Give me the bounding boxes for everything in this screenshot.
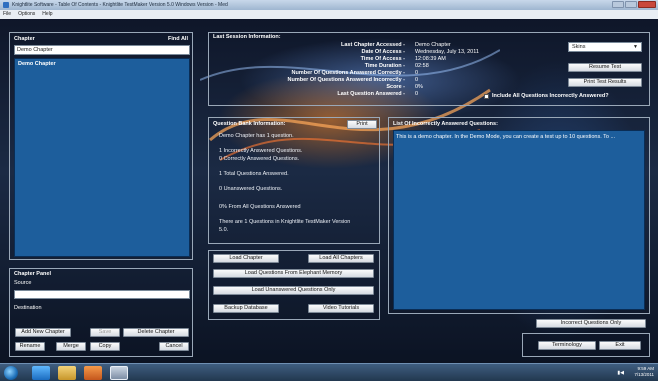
source-input[interactable] [14, 290, 190, 299]
session-row: Score - 0% [249, 84, 579, 90]
folder-icon[interactable] [58, 366, 76, 380]
print-button[interactable]: Print [347, 120, 377, 129]
session-title: Last Session Information: [213, 34, 281, 40]
incorrect-questions-only-button[interactable]: Incorrect Questions Only [536, 319, 646, 328]
chapter-title: Chapter [14, 36, 35, 42]
load-elephant-memory-button[interactable]: Load Questions From Elephant Memory [213, 269, 374, 278]
copy-button[interactable]: Copy [90, 342, 120, 351]
session-value: 02:58 [415, 63, 429, 69]
clock-date: 7/13/2011 [634, 372, 654, 377]
close-button[interactable] [638, 1, 656, 8]
media-player-icon[interactable] [84, 366, 102, 380]
qb-line: 1 Total Questions Answered. [219, 171, 289, 177]
taskbar: ▮◀ 9:59 AM 7/13/2011 [0, 363, 658, 381]
start-button[interactable] [4, 366, 18, 380]
qb-line: 0 Correctly Answered Questions. [219, 156, 300, 162]
cancel-button[interactable]: Cancel [159, 342, 189, 351]
chevron-down-icon: ▼ [633, 44, 638, 50]
maximize-button[interactable] [625, 1, 637, 8]
list-item[interactable]: Demo Chapter [15, 59, 189, 69]
delete-chapter-button[interactable]: Delete Chapter [123, 328, 189, 337]
qb-line: 1 Incorrectly Answered Questions. [219, 148, 303, 154]
session-value: 0 [415, 77, 419, 83]
bottom-buttons-panel: Terminology Exit [522, 333, 650, 357]
menu-bar: File Options Help [0, 10, 658, 19]
browser-icon[interactable] [32, 366, 50, 380]
print-test-results-button[interactable]: Print Test Results [568, 78, 642, 87]
session-row: Last Chapter Accessed - Demo Chapter [249, 42, 579, 48]
window-controls [612, 1, 656, 8]
session-row: Number Of Questions Answered Incorrectly… [249, 77, 579, 83]
include-all-checkbox[interactable] [484, 93, 489, 99]
skins-value: Skins [572, 44, 586, 50]
session-label: Last Chapter Accessed - [341, 42, 405, 48]
session-value: 0 [415, 70, 419, 76]
session-label: Score - [386, 84, 405, 90]
skins-dropdown[interactable]: Skins ▼ [568, 42, 642, 52]
list-item[interactable]: This is a demo chapter. In the Demo Mode… [394, 131, 644, 143]
session-value: 0 [415, 91, 419, 97]
app-taskbar-icon[interactable] [110, 366, 128, 380]
session-label: Time Duration - [364, 63, 405, 69]
qb-line: Demo Chapter has 1 question. [219, 133, 294, 139]
question-bank-title: Question Bank Information: [213, 121, 286, 127]
qb-line: There are 1 Questions in Knightlite Test… [219, 219, 351, 225]
load-all-chapters-button[interactable]: Load All Chapters [308, 254, 374, 263]
session-row: Time Of Access - 12:08:39 AM [249, 56, 579, 62]
video-tutorials-button[interactable]: Video Tutorials [308, 304, 374, 313]
menu-help[interactable]: Help [42, 10, 52, 19]
session-value: Demo Chapter [415, 42, 451, 48]
destination-label: Destination [14, 305, 42, 311]
backup-database-button[interactable]: Backup Database [213, 304, 279, 313]
volume-icon[interactable]: ▮◀ [617, 370, 624, 376]
chapter-list[interactable]: Demo Chapter [14, 58, 190, 257]
session-value: 12:08:39 AM [415, 56, 446, 62]
chapter-search-input[interactable]: Demo Chapter [14, 45, 190, 55]
session-label: Date Of Access - [361, 49, 405, 55]
session-label: Time Of Access - [360, 56, 405, 62]
merge-button[interactable]: Merge [56, 342, 86, 351]
qb-line: 0 Unanswered Questions. [219, 186, 283, 192]
rename-button[interactable]: Rename [15, 342, 45, 351]
minimize-button[interactable] [612, 1, 624, 8]
load-chapter-button[interactable]: Load Chapter [213, 254, 279, 263]
qb-line: 5.0. [219, 227, 229, 233]
resume-test-button[interactable]: Resume Test [568, 63, 642, 72]
chapter-header: Chapter Find All [14, 36, 188, 42]
incorrect-questions-title: List Of Incorrectly Answered Questions: [393, 121, 498, 127]
chapter-panel: Chapter Find All Demo Chapter Demo Chapt… [9, 32, 193, 260]
source-label: Source [14, 280, 32, 286]
menu-file[interactable]: File [3, 10, 11, 19]
incorrect-questions-panel: List Of Incorrectly Answered Questions: … [388, 117, 650, 314]
window-titlebar: Knightlite Software - Table Of Contents … [0, 0, 658, 10]
clock[interactable]: 9:59 AM 7/13/2011 [634, 366, 654, 378]
terminology-button[interactable]: Terminology [538, 341, 596, 350]
session-label: Number Of Questions Answered Incorrectly… [287, 77, 405, 83]
chapter-edit-panel: Chapter Panel Source Destination Add New… [9, 268, 193, 357]
session-row: Date Of Access - Wednesday, July 13, 201… [249, 49, 579, 55]
window-title: Knightlite Software - Table Of Contents … [12, 2, 228, 8]
qb-line: 0% From All Questions Answered [219, 204, 301, 210]
include-all-checkbox-row[interactable]: Include All Questions Incorrectly Answer… [484, 93, 609, 99]
app-icon [3, 2, 9, 8]
menu-options[interactable]: Options [18, 10, 35, 19]
session-label: Number Of Questions Answered Correctly - [291, 70, 406, 76]
include-all-label: Include All Questions Incorrectly Answer… [492, 93, 609, 99]
session-value: Wednesday, July 13, 2011 [415, 49, 479, 55]
load-unanswered-button[interactable]: Load Unanswered Questions Only [213, 286, 374, 295]
load-actions-panel: Load Chapter Load All Chapters Load Ques… [208, 250, 380, 320]
session-label: Last Question Answered - [337, 91, 405, 97]
incorrect-questions-list[interactable]: This is a demo chapter. In the Demo Mode… [393, 130, 645, 310]
session-value: 0% [415, 84, 423, 90]
session-row: Time Duration - 02:58 [249, 63, 579, 69]
question-bank-panel: Question Bank Information: Print Demo Ch… [208, 117, 380, 244]
find-all-link[interactable]: Find All [168, 36, 188, 42]
session-row: Number Of Questions Answered Correctly -… [249, 70, 579, 76]
add-new-chapter-button[interactable]: Add New Chapter [15, 328, 71, 337]
save-button[interactable]: Save [90, 328, 120, 337]
chapter-panel-title: Chapter Panel [14, 271, 51, 277]
exit-button[interactable]: Exit [599, 341, 641, 350]
